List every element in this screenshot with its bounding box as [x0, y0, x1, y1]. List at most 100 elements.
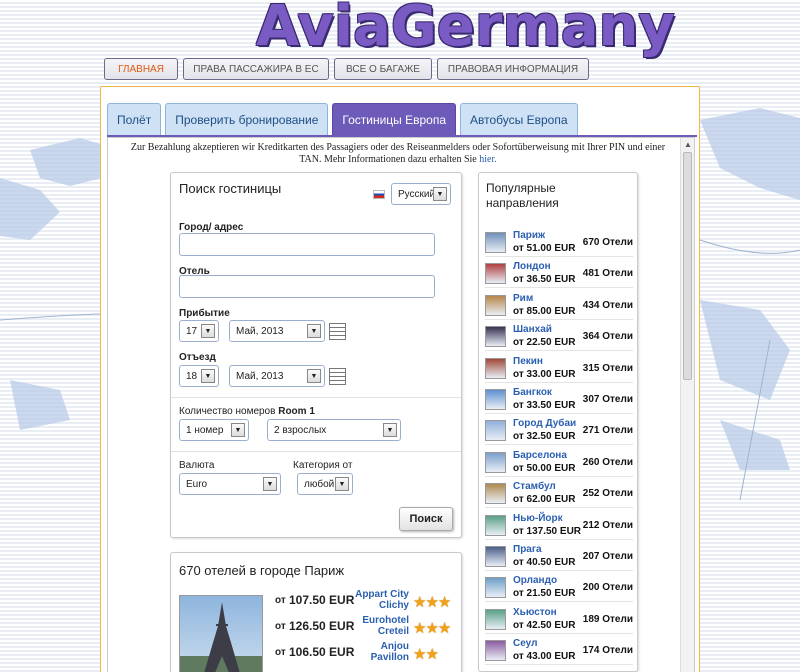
tab-buses-europe[interactable]: Автобусы Европа [460, 103, 578, 135]
hotel-row[interactable]: от 126.50 EUR Eurohotel Creteil ★★★ [275, 615, 455, 641]
destination-thumbnail[interactable] [485, 263, 506, 285]
destination-thumbnail[interactable] [485, 389, 506, 410]
destination-name[interactable]: Нью-Йорк [513, 513, 563, 524]
scroll-thumb[interactable] [683, 152, 692, 380]
destination-name[interactable]: Прага [513, 544, 542, 555]
destination-item[interactable]: Париж от 51.00 EUR 670 Отели [485, 229, 633, 257]
destination-thumbnail[interactable] [485, 451, 506, 473]
guests-select[interactable]: 2 взрослых ▼ [267, 419, 401, 441]
chevron-down-icon: ▼ [335, 477, 349, 491]
destination-name[interactable]: Париж [513, 230, 545, 241]
destination-thumbnail[interactable] [485, 483, 506, 505]
language-select[interactable]: Русский ▼ [391, 183, 451, 205]
top-navigation: ГЛАВНАЯ ПРАВА ПАССАЖИРА В ЕС ВСЕ О БАГАЖ… [104, 58, 589, 80]
destination-name[interactable]: Орландо [513, 575, 557, 586]
search-button[interactable]: Поиск [399, 507, 453, 531]
hotel-photo[interactable] [179, 595, 263, 672]
destination-price: от 40.50 EUR [513, 557, 576, 568]
destination-item[interactable]: Барселона от 50.00 EUR 260 Отели [485, 449, 633, 477]
destination-item[interactable]: Прага от 40.50 EUR 207 Отели [485, 543, 633, 571]
destination-thumbnail[interactable] [485, 577, 506, 599]
nav-legal-info[interactable]: ПРАВОВАЯ ИНФОРМАЦИЯ [437, 58, 589, 80]
hotel-name-link[interactable]: Appart City Clichy [351, 589, 409, 611]
destination-thumbnail[interactable] [485, 294, 506, 316]
destination-thumbnail[interactable] [485, 640, 506, 662]
notice-text: Zur Bezahlung akzeptieren wir Kreditkart… [130, 142, 666, 165]
site-logo[interactable]: AviaGermany [256, 0, 675, 59]
chevron-down-icon: ▼ [307, 324, 321, 338]
destination-price: от 62.00 EUR [513, 494, 576, 506]
chevron-down-icon: ▼ [263, 477, 277, 491]
destination-name[interactable]: Сеул [513, 638, 537, 649]
destination-item[interactable]: Шанхай от 22.50 EUR 364 Отели [485, 323, 633, 352]
destination-name[interactable]: Город Дубаи [513, 418, 576, 429]
destination-name[interactable]: Барселона [513, 450, 567, 461]
tab-check-booking[interactable]: Проверить бронирование [165, 103, 329, 135]
destination-price: от 137.50 EUR [513, 525, 582, 537]
destination-thumbnail[interactable] [485, 514, 506, 536]
destination-price: от 43.00 EUR [513, 651, 576, 663]
category-select[interactable]: любой ▼ [297, 473, 353, 495]
destination-name[interactable]: Хьюстон [513, 607, 557, 618]
hotel-row[interactable]: от 107.50 EUR Appart City Clichy ★★★ [275, 589, 455, 615]
nav-passenger-rights[interactable]: ПРАВА ПАССАЖИРА В ЕС [183, 58, 329, 80]
destination-hotel-count: 260 Отели [582, 456, 633, 468]
rooms-select[interactable]: 1 номер ▼ [179, 419, 249, 441]
arrival-month-select[interactable]: Май, 2013 ▼ [229, 320, 325, 342]
notice-link[interactable]: hier. [479, 154, 497, 165]
destination-hotel-count: 252 Отели [582, 488, 633, 500]
arrival-label: Прибытие [179, 308, 230, 319]
destination-name[interactable]: Бангкок [513, 387, 552, 398]
destination-item[interactable]: Рим от 85.00 EUR 434 Отели [485, 292, 633, 320]
destination-name[interactable]: Стамбул [513, 481, 556, 492]
departure-month-select[interactable]: Май, 2013 ▼ [229, 365, 325, 387]
destination-item[interactable]: Стамбул от 62.00 EUR 252 Отели [485, 480, 633, 509]
booking-tabs: Полёт Проверить бронирование Гостиницы Е… [107, 103, 578, 135]
language-selector: Русский ▼ [373, 183, 451, 205]
departure-day-select[interactable]: 18 ▼ [179, 365, 219, 387]
currency-label: Валюта [179, 460, 215, 471]
arrival-calendar-icon[interactable] [329, 323, 346, 340]
destination-name[interactable]: Пекин [513, 356, 543, 367]
destination-price: от 85.00 EUR [513, 305, 576, 317]
results-title: 670 отелей в городе Париж [179, 563, 345, 578]
destination-thumbnail[interactable] [485, 546, 506, 567]
destination-thumbnail[interactable] [485, 326, 506, 348]
departure-calendar-icon[interactable] [329, 368, 346, 385]
destination-item[interactable]: Хьюстон от 42.50 EUR 189 Отели [485, 606, 633, 634]
chevron-down-icon: ▼ [383, 423, 397, 437]
destination-thumbnail[interactable] [485, 608, 506, 630]
destination-price: от 32.50 EUR [513, 431, 576, 443]
destination-item[interactable]: Лондон от 36.50 EUR 481 Отели [485, 260, 633, 289]
main-frame: Полёт Проверить бронирование Гостиницы Е… [100, 86, 700, 672]
destination-item[interactable]: Пекин от 33.00 EUR 315 Отели [485, 355, 633, 383]
chevron-down-icon: ▼ [307, 369, 321, 383]
hotel-name-link[interactable]: Anjou Pavillon [351, 641, 409, 663]
destination-name[interactable]: Рим [513, 293, 533, 304]
hotel-input[interactable] [179, 275, 435, 298]
destination-thumbnail[interactable] [485, 357, 506, 379]
destination-item[interactable]: Город Дубаи от 32.50 EUR 271 Отели [485, 417, 633, 446]
destination-thumbnail[interactable] [485, 420, 506, 442]
destination-item[interactable]: Сеул от 43.00 EUR 174 Отели [485, 637, 633, 666]
destination-item[interactable]: Орландо от 21.50 EUR 200 Отели [485, 574, 633, 603]
destination-thumbnail[interactable] [485, 232, 506, 253]
currency-select[interactable]: Euro ▼ [179, 473, 281, 495]
scroll-up-icon[interactable]: ▲ [683, 140, 693, 150]
destination-name[interactable]: Шанхай [513, 324, 552, 335]
arrival-day-select[interactable]: 17 ▼ [179, 320, 219, 342]
destination-item[interactable]: Нью-Йорк от 137.50 EUR 212 Отели [485, 512, 633, 540]
city-input[interactable] [179, 233, 435, 256]
tab-flight[interactable]: Полёт [107, 103, 162, 135]
hotel-price: 106.50 EUR [289, 645, 355, 659]
city-label: Город/ адрес [179, 222, 244, 233]
destination-item[interactable]: Бангкок от 33.50 EUR 307 Отели [485, 386, 633, 414]
nav-home[interactable]: ГЛАВНАЯ [104, 58, 178, 80]
content-scrollbar[interactable]: ▲ [680, 138, 694, 672]
destination-price: от 51.00 EUR [513, 243, 576, 254]
hotel-row[interactable]: от 106.50 EUR Anjou Pavillon ★★ [275, 641, 455, 667]
destination-name[interactable]: Лондон [513, 261, 551, 272]
nav-baggage[interactable]: ВСЕ О БАГАЖЕ [334, 58, 432, 80]
hotel-name-link[interactable]: Eurohotel Creteil [351, 615, 409, 637]
tab-hotels-europe[interactable]: Гостиницы Европа [332, 103, 457, 135]
